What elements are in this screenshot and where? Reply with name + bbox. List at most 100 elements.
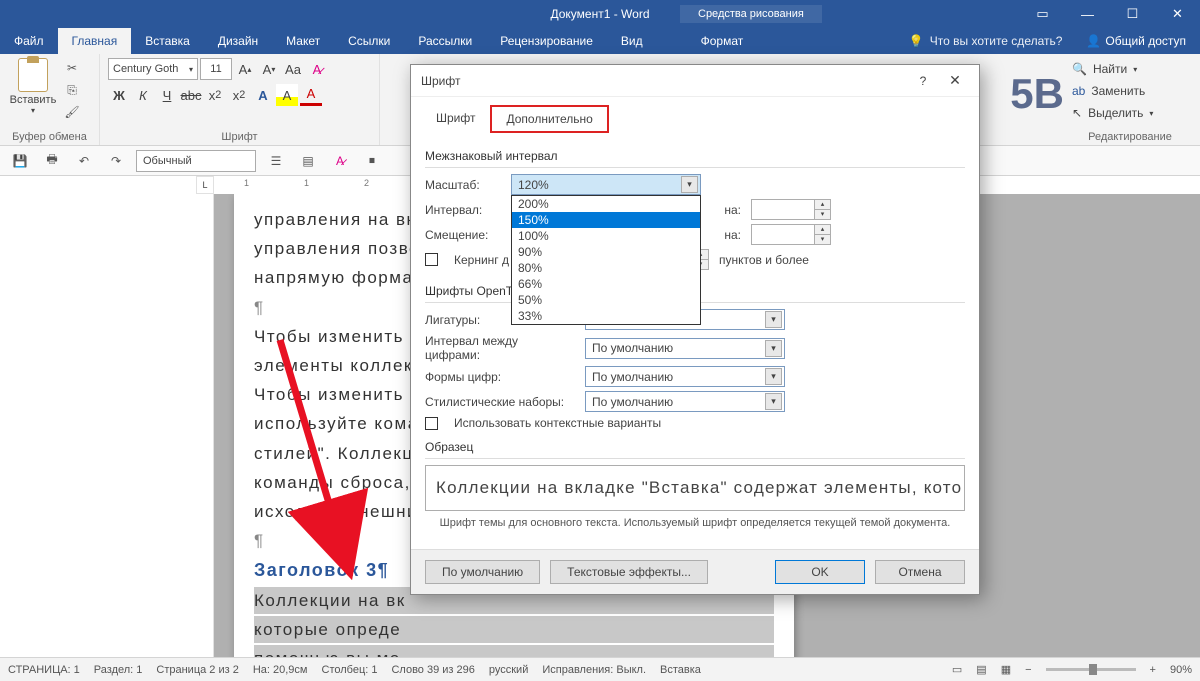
paste-button[interactable]: Вставить ▾ <box>8 58 58 115</box>
superscript-button[interactable]: x2 <box>228 84 250 106</box>
change-case-button[interactable]: Aa <box>282 58 304 80</box>
scale-option[interactable]: 100% <box>512 228 700 244</box>
status-track-changes[interactable]: Исправления: Выкл. <box>542 664 646 676</box>
number-spacing-combo[interactable]: По умолчанию▾ <box>585 338 785 359</box>
bold-button[interactable]: Ж <box>108 84 130 106</box>
set-default-button[interactable]: По умолчанию <box>425 560 540 584</box>
qat-btn-4[interactable]: ⏹ <box>360 149 384 173</box>
tab-file[interactable]: Файл <box>0 28 58 54</box>
dialog-help-button[interactable]: ? <box>911 74 935 88</box>
scale-option[interactable]: 90% <box>512 244 700 260</box>
status-insert[interactable]: Вставка <box>660 664 701 676</box>
tab-home[interactable]: Главная <box>58 28 132 54</box>
dialog-tab-advanced[interactable]: Дополнительно <box>490 105 608 133</box>
qat-btn-3[interactable]: A̷ <box>328 149 352 173</box>
tab-view[interactable]: Вид <box>607 28 657 54</box>
dialog-close-button[interactable]: ✕ <box>941 72 969 89</box>
maximize-button[interactable]: ☐ <box>1110 0 1155 28</box>
stylistic-combo[interactable]: По умолчанию▾ <box>585 391 785 412</box>
scale-combo[interactable]: 120% ▾ 200% 150% 100% 90% 80% 66% 50% 33… <box>511 174 701 195</box>
style-selector[interactable]: Обычный <box>136 150 256 172</box>
view-web-icon[interactable]: ▦ <box>1001 663 1011 676</box>
number-forms-combo[interactable]: По умолчанию▾ <box>585 366 785 387</box>
kerning-suffix: пунктов и более <box>719 253 809 267</box>
print-button[interactable]: 🖶 <box>40 149 64 173</box>
preview-note: Шрифт темы для основного текста. Использ… <box>425 517 965 529</box>
zoom-in-button[interactable]: + <box>1150 664 1156 676</box>
scale-option[interactable]: 150% <box>512 212 700 228</box>
scale-option[interactable]: 200% <box>512 196 700 212</box>
font-family-combo[interactable]: Century Goth▾ <box>108 58 198 80</box>
scale-option[interactable]: 80% <box>512 260 700 276</box>
scale-option[interactable]: 66% <box>512 276 700 292</box>
tab-layout[interactable]: Макет <box>272 28 334 54</box>
scale-option[interactable]: 50% <box>512 292 700 308</box>
vertical-ruler[interactable] <box>196 194 214 657</box>
font-color-button[interactable]: A <box>300 84 322 106</box>
ok-button[interactable]: OK <box>775 560 865 584</box>
status-column[interactable]: Столбец: 1 <box>322 664 378 676</box>
status-page-of[interactable]: Страница 2 из 2 <box>156 664 238 676</box>
contextual-tool-label: Средства рисования <box>680 5 822 23</box>
format-painter-button[interactable]: 🖌 <box>62 102 82 122</box>
contextual-checkbox[interactable] <box>425 417 438 430</box>
clipboard-icon <box>18 58 48 92</box>
tab-design[interactable]: Дизайн <box>204 28 272 54</box>
copy-button[interactable]: ⎘ <box>62 80 82 100</box>
scale-label: Масштаб: <box>425 178 501 192</box>
strike-button[interactable]: abc <box>180 84 202 106</box>
tab-format[interactable]: Формат <box>687 28 758 54</box>
close-window-button[interactable]: ✕ <box>1155 0 1200 28</box>
underline-button[interactable]: Ч <box>156 84 178 106</box>
dialog-tab-font[interactable]: Шрифт <box>421 105 490 133</box>
text-effects-button[interactable]: Текстовые эффекты... <box>550 560 708 584</box>
position-label: Смещение: <box>425 228 501 242</box>
font-size-combo[interactable]: 11 <box>200 58 232 80</box>
save-button[interactable]: 💾 <box>8 149 32 173</box>
share-button[interactable]: 👤 Общий доступ <box>1072 28 1200 54</box>
view-print-icon[interactable]: ▤ <box>976 663 986 676</box>
zoom-level[interactable]: 90% <box>1170 664 1192 676</box>
grow-font-button[interactable]: A▴ <box>234 58 256 80</box>
status-section[interactable]: Раздел: 1 <box>94 664 143 676</box>
spacing-by-spinner[interactable]: ▴▾ <box>751 199 831 220</box>
position-by-spinner[interactable]: ▴▾ <box>751 224 831 245</box>
tell-me-search[interactable]: 💡 Что вы хотите сделать? <box>899 28 1073 54</box>
window-settings-icon[interactable]: ▭ <box>1020 0 1065 28</box>
italic-button[interactable]: К <box>132 84 154 106</box>
shrink-font-button[interactable]: A▾ <box>258 58 280 80</box>
view-read-icon[interactable]: ▭ <box>952 663 962 676</box>
qat-btn-2[interactable]: ▤ <box>296 149 320 173</box>
preview-box: Коллекции на вкладке "Вставка" содержат … <box>425 465 965 511</box>
cut-button[interactable]: ✂ <box>62 58 82 78</box>
scale-dropdown-list: 200% 150% 100% 90% 80% 66% 50% 33% <box>511 195 701 325</box>
doc-line: которые опреде <box>254 616 774 643</box>
stylistic-label: Стилистические наборы: <box>425 395 575 409</box>
scale-option[interactable]: 33% <box>512 308 700 324</box>
tab-mailings[interactable]: Рассылки <box>404 28 486 54</box>
partial-styles-gallery: 5В <box>984 74 1184 148</box>
status-at[interactable]: На: 20,9см <box>253 664 308 676</box>
preview-section-label: Образец <box>425 440 965 454</box>
clear-format-button[interactable]: A̷ <box>306 58 328 80</box>
highlight-button[interactable]: A <box>276 84 298 106</box>
zoom-out-button[interactable]: − <box>1025 664 1031 676</box>
zoom-slider[interactable] <box>1046 668 1136 671</box>
status-page[interactable]: СТРАНИЦА: 1 <box>8 664 80 676</box>
status-words[interactable]: Слово 39 из 296 <box>391 664 474 676</box>
tab-insert[interactable]: Вставка <box>131 28 204 54</box>
kerning-checkbox[interactable] <box>425 253 438 266</box>
text-effects-button[interactable]: A <box>252 84 274 106</box>
minimize-button[interactable]: — <box>1065 0 1110 28</box>
qat-btn-1[interactable]: ☰ <box>264 149 288 173</box>
redo-button[interactable]: ↷ <box>104 149 128 173</box>
subscript-button[interactable]: x2 <box>204 84 226 106</box>
undo-button[interactable]: ↶ <box>72 149 96 173</box>
tab-review[interactable]: Рецензирование <box>486 28 607 54</box>
status-language[interactable]: русский <box>489 664 528 676</box>
number-forms-label: Формы цифр: <box>425 370 575 384</box>
scale-value: 120% <box>518 178 549 192</box>
tab-references[interactable]: Ссылки <box>334 28 404 54</box>
cancel-button[interactable]: Отмена <box>875 560 965 584</box>
paste-label: Вставить <box>10 94 57 106</box>
